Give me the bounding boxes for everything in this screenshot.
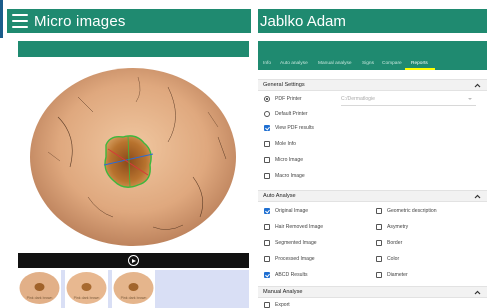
thumbnail-label: Pink dark brown [26, 296, 53, 300]
border-label: Border [387, 240, 403, 246]
general-settings-title: General Settings [263, 82, 305, 88]
asymetry-checkbox[interactable] [376, 224, 382, 230]
dropdown-caret-icon [468, 98, 472, 100]
macro-image-row: Macro Image [258, 171, 487, 185]
pdf-printer-radio[interactable] [264, 96, 270, 102]
app-bar: Micro images [7, 9, 251, 33]
auto-analyse-row: Segmented Image Border [258, 238, 487, 252]
manual-analyse-header[interactable]: Manual Analyse [258, 286, 487, 298]
thumbnail-image [66, 272, 107, 304]
tab-manual-analyse[interactable]: Manual analyse [318, 61, 352, 66]
patient-bar: Jablko Adam [258, 9, 487, 33]
view-pdf-label: View PDF results [275, 125, 314, 131]
image-viewer[interactable] [18, 57, 249, 253]
tab-bar: Info Auto analyse Manual analyse Signs C… [258, 41, 487, 70]
diameter-checkbox[interactable] [376, 272, 382, 278]
diameter-label: Diameter [387, 272, 408, 278]
original-image-label: Original Image [275, 208, 309, 214]
geometric-description-label: Geometric description [387, 208, 437, 214]
export-row: Export [258, 300, 487, 308]
thumbnail-label: Pink dark brown [73, 296, 100, 300]
app-title: Micro images [34, 12, 126, 30]
auto-analyse-row: Original Image Geometric description [258, 206, 487, 220]
geometric-description-checkbox[interactable] [376, 208, 382, 214]
window-edge [0, 0, 3, 38]
active-tab-indicator [405, 68, 435, 70]
original-image-checkbox[interactable] [264, 208, 270, 214]
processed-image-checkbox[interactable] [264, 256, 270, 262]
view-pdf-row: View PDF results [258, 123, 487, 137]
tab-info[interactable]: Info [263, 61, 271, 66]
tab-reports[interactable]: Reports [411, 61, 428, 66]
thumbnail[interactable]: Pink dark brown [18, 270, 61, 308]
top-bar: Micro images Jablko Adam [0, 0, 487, 38]
micro-image-label: Micro Image [275, 157, 304, 163]
output-path-value: C:/Dermatlogie [341, 96, 375, 102]
dermoscopy-image [30, 68, 236, 246]
image-viewer-header [18, 41, 249, 57]
thumbnail-image [19, 272, 60, 304]
macro-image-label: Macro Image [275, 173, 305, 179]
mole-info-checkbox[interactable] [264, 141, 270, 147]
thumbnail[interactable]: Pink dark brown [112, 270, 155, 308]
reports-panel: Info Auto analyse Manual analyse Signs C… [258, 41, 487, 308]
segmented-image-label: Segmented Image [275, 240, 317, 246]
manual-analyse-title: Manual Analyse [263, 289, 303, 295]
auto-analyse-title: Auto Analyse [263, 193, 296, 199]
hair-removed-image-label: Hair Removed Image [275, 224, 324, 230]
asymetry-label: Asymetry [387, 224, 409, 230]
border-checkbox[interactable] [376, 240, 382, 246]
color-label: Color [387, 256, 400, 262]
mole-info-label: Mole Info [275, 141, 296, 147]
play-icon[interactable] [128, 255, 139, 266]
hair-removed-image-checkbox[interactable] [264, 224, 270, 230]
processed-image-label: Processed Image [275, 256, 315, 262]
default-printer-label: Default Printer [275, 111, 308, 117]
image-controls [18, 253, 249, 268]
chevron-up-icon[interactable] [473, 81, 482, 90]
abcd-results-label: ABCD Results [275, 272, 308, 278]
auto-analyse-row: Processed Image Color [258, 254, 487, 268]
export-checkbox[interactable] [264, 302, 270, 308]
output-path-input[interactable]: C:/Dermatlogie [341, 96, 476, 106]
thumbnail-strip: Pink dark brown Pink dark brown Pink dar… [18, 270, 249, 308]
color-checkbox[interactable] [376, 256, 382, 262]
general-settings-header[interactable]: General Settings [258, 79, 487, 91]
thumbnail[interactable]: Pink dark brown [65, 270, 108, 308]
macro-image-checkbox[interactable] [264, 173, 270, 179]
tab-compare[interactable]: Compare [382, 61, 402, 66]
patient-name: Jablko Adam [260, 12, 346, 30]
view-pdf-checkbox[interactable] [264, 125, 270, 131]
export-label: Export [275, 302, 290, 308]
auto-analyse-row: Hair Removed Image Asymetry [258, 222, 487, 236]
mole-info-row: Mole Info [258, 139, 487, 153]
segmented-image-checkbox[interactable] [264, 240, 270, 246]
chevron-up-icon[interactable] [473, 192, 482, 201]
thumbnail-label: Pink dark brown [120, 296, 147, 300]
abcd-results-checkbox[interactable] [264, 272, 270, 278]
chevron-up-icon[interactable] [473, 288, 482, 297]
pdf-printer-label: PDF Printer [275, 96, 302, 102]
tab-signs[interactable]: Signs [362, 61, 374, 66]
tab-auto-analyse[interactable]: Auto analyse [280, 61, 308, 66]
default-printer-row: Default Printer [258, 109, 487, 123]
auto-analyse-row: ABCD Results Diameter [258, 270, 487, 284]
thumbnail-image [113, 272, 154, 304]
hamburger-icon[interactable] [12, 14, 28, 28]
micro-image-checkbox[interactable] [264, 157, 270, 163]
default-printer-radio[interactable] [264, 111, 270, 117]
micro-image-row: Micro Image [258, 155, 487, 169]
auto-analyse-header[interactable]: Auto Analyse [258, 190, 487, 202]
